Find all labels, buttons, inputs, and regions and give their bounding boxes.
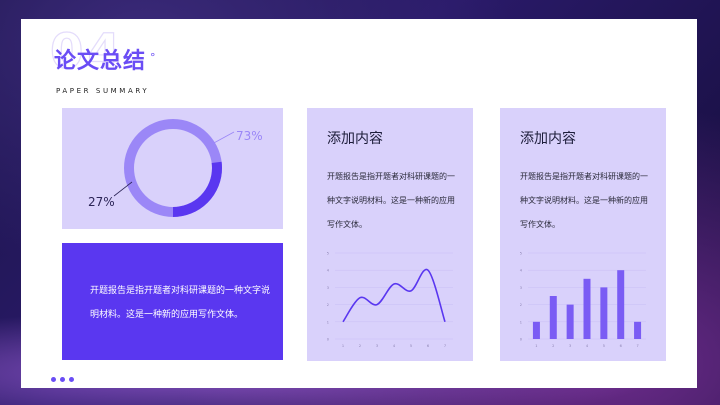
panel-body: 开题报告是指开题者对科研课题的一种文字说明材料。这是一种新的应用写作文体。 [327,172,455,229]
bar [634,321,642,339]
ring-major-label: 73% [236,129,263,143]
line-chart: 0 1 2 3 4 5 1 2 3 4 5 6 7 [327,252,453,348]
bar [617,270,625,339]
dot [51,377,56,382]
x-tick-label: 2 [552,344,554,348]
bar [600,287,608,339]
y-tick-label: 2 [327,303,329,307]
slide-background: 0 4 论文总结 ° PAPER SUMMARY 73% 27% 开题报告是指开题… [0,0,720,405]
bar [583,278,591,339]
y-tick-label: 3 [327,286,329,290]
bar [532,321,540,339]
ring-chart [113,119,235,217]
x-tick-label: 2 [359,344,361,348]
x-tick-label: 6 [620,344,622,348]
panel-heading: 添加内容 [327,131,383,147]
x-tick-label: 6 [427,344,429,348]
summary-text-block: 开题报告是指开题者对科研课题的一种文字说明材料。这是一种新的应用写作文体。 [62,243,283,360]
bar-chart: 0 1 2 3 4 5 1 2 3 4 5 6 7 [520,252,646,348]
x-tick-label: 3 [569,344,571,348]
y-tick-label: 4 [520,269,523,273]
y-tick-label: 1 [520,320,522,324]
page-subtitle: PAPER SUMMARY [56,87,150,95]
x-tick-label: 4 [393,344,396,348]
content-panel-line: 添加内容 开题报告是指开题者对科研课题的一种文字说明材料。这是一种新的应用写作文… [307,108,473,361]
y-tick-label: 4 [327,269,330,273]
x-tick-label: 7 [444,344,446,348]
pagination-dots [51,367,78,386]
line-series [342,268,446,323]
ring-chart-box [62,108,283,229]
x-tick-label: 5 [603,344,605,348]
content-panel-bar: 添加内容 开题报告是指开题者对科研课题的一种文字说明材料。这是一种新的应用写作文… [500,108,666,361]
ring-major-leader [211,131,235,145]
page-title: 论文总结 [54,49,147,74]
x-tick-label: 1 [342,344,344,348]
bar [549,296,557,339]
x-tick-label: 5 [410,344,412,348]
title-mark: ° [150,51,156,64]
summary-text: 开题报告是指开题者对科研课题的一种文字说明材料。这是一种新的应用写作文体。 [90,286,271,320]
panel-heading: 添加内容 [520,131,576,147]
y-tick-label: 5 [520,252,522,256]
y-tick-label: 5 [327,252,329,256]
x-tick-label: 7 [636,344,638,348]
y-tick-label: 0 [520,338,522,342]
x-tick-label: 4 [586,344,589,348]
ring-minor-label: 27% [88,195,115,209]
y-tick-label: 2 [520,303,522,307]
dot [60,377,65,382]
y-tick-label: 0 [327,338,329,342]
y-tick-label: 1 [327,320,329,324]
dot [69,377,74,382]
x-tick-label: 1 [535,344,537,348]
panel-body: 开题报告是指开题者对科研课题的一种文字说明材料。这是一种新的应用写作文体。 [520,172,648,229]
bar [566,304,574,339]
x-tick-label: 3 [376,344,378,348]
y-tick-label: 3 [520,286,522,290]
